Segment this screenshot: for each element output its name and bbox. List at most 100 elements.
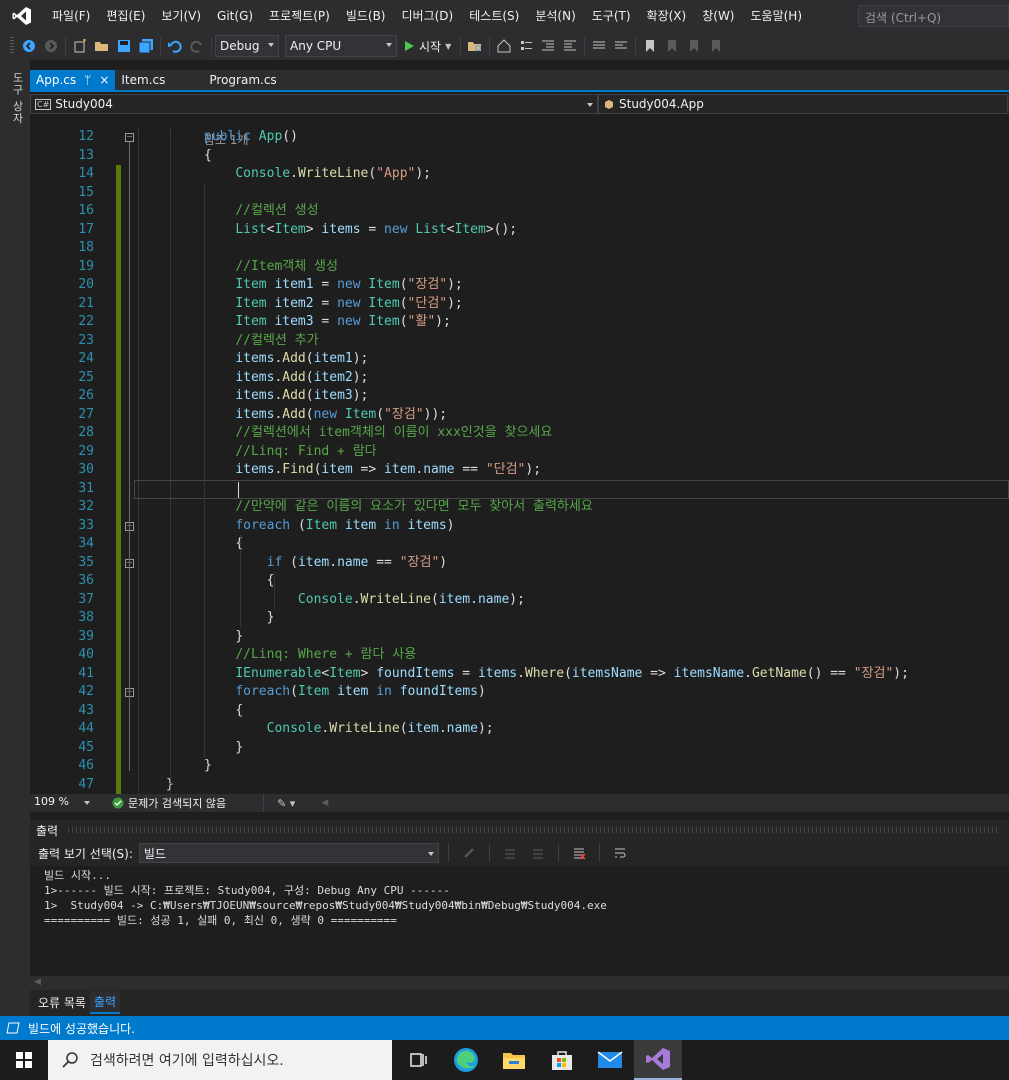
previous-bookmark-icon[interactable] <box>661 35 683 57</box>
project-select[interactable]: C# Study004 <box>30 94 598 114</box>
visual-studio-logo-icon[interactable] <box>0 0 44 32</box>
scroll-left-icon[interactable]: ◀ <box>34 977 41 987</box>
menu-build[interactable]: 빌드(B) <box>338 0 394 32</box>
start-debug-button[interactable]: 시작 ▼ <box>397 38 457 55</box>
clear-all-icon[interactable] <box>568 842 590 864</box>
code-line[interactable]: 36 { <box>30 572 1009 591</box>
previous-message-icon[interactable] <box>499 842 521 864</box>
menu-file[interactable]: 파일(F) <box>44 0 98 32</box>
tab-program-cs[interactable]: Program.cs <box>203 70 282 90</box>
menu-project[interactable]: 프로젝트(P) <box>261 0 338 32</box>
output-source-select[interactable]: 빌드 <box>138 843 439 863</box>
configuration-select[interactable]: Debug <box>215 35 279 57</box>
code-line[interactable]: 20 Item item1 = new Item("장검"); <box>30 276 1009 295</box>
word-wrap-icon[interactable] <box>609 842 631 864</box>
close-icon[interactable]: × <box>99 73 109 87</box>
horizontal-scrollbar[interactable]: ◀ <box>30 976 1009 990</box>
toolbox-tab[interactable]: 도구 상자 <box>9 72 25 125</box>
code-line[interactable]: 45 } <box>30 739 1009 758</box>
open-folder-icon[interactable] <box>91 35 113 57</box>
taskbar-search-input[interactable]: 검색하려면 여기에 입력하십시오. <box>48 1040 392 1080</box>
code-line[interactable]: 14 Console.WriteLine("App"); <box>30 165 1009 184</box>
issues-status[interactable]: 문제가 검색되지 않음 <box>128 795 226 811</box>
menu-git[interactable]: Git(G) <box>209 0 261 32</box>
tab-item-cs[interactable]: Item.cs <box>115 70 203 90</box>
visual-studio-taskbar-icon[interactable] <box>634 1040 682 1080</box>
tab-app-cs[interactable]: App.cs ᛘ × <box>30 70 116 90</box>
uncomment-icon[interactable] <box>610 35 632 57</box>
forward-icon[interactable] <box>40 35 62 57</box>
undo-icon[interactable] <box>164 35 186 57</box>
outdent-icon[interactable] <box>537 35 559 57</box>
new-project-icon[interactable] <box>69 35 91 57</box>
code-line[interactable]: 37 Console.WriteLine(item.name); <box>30 591 1009 610</box>
find-message-icon[interactable] <box>458 842 480 864</box>
save-icon[interactable] <box>113 35 135 57</box>
code-line[interactable]: 47} <box>30 776 1009 795</box>
tab-output[interactable]: 출력 <box>89 990 121 1014</box>
search-input[interactable]: 검색 (Ctrl+Q) <box>858 5 1009 27</box>
code-line[interactable]: 30 items.Find(item => item.name == "단검")… <box>30 461 1009 480</box>
code-line[interactable]: 43 { <box>30 702 1009 721</box>
back-icon[interactable] <box>18 35 40 57</box>
toolbar-grip[interactable] <box>10 37 14 55</box>
code-line[interactable]: 44 Console.WriteLine(item.name); <box>30 720 1009 739</box>
code-line[interactable]: 27 items.Add(new Item("장검")); <box>30 406 1009 425</box>
menu-tools[interactable]: 도구(T) <box>584 0 639 32</box>
code-editor[interactable]: 참조 1개 12 public App() 13{14 Console.WriteL… <box>30 114 1009 794</box>
platform-select[interactable]: Any CPU <box>285 35 397 57</box>
panel-grip[interactable] <box>68 827 999 833</box>
mail-icon[interactable] <box>586 1040 634 1080</box>
menu-debug[interactable]: 디버그(D) <box>394 0 462 32</box>
code-line[interactable]: 40 //Linq: Where + 람다 사용 <box>30 646 1009 665</box>
bookmark-icon[interactable] <box>639 35 661 57</box>
file-explorer-icon[interactable] <box>490 1040 538 1080</box>
pin-icon[interactable]: ᛘ <box>84 73 91 87</box>
code-line[interactable]: 13 { <box>30 147 1009 166</box>
save-all-icon[interactable] <box>135 35 157 57</box>
code-line[interactable]: 12 public App() <box>30 128 1009 147</box>
collapse-icon[interactable]: − <box>125 133 134 142</box>
code-line[interactable]: 26 items.Add(item3); <box>30 387 1009 406</box>
output-text[interactable]: 빌드 시작... 1>------ 빌드 시작: 프로젝트: Study004, … <box>30 866 1009 976</box>
clear-bookmarks-icon[interactable] <box>705 35 727 57</box>
code-line[interactable]: 22 Item item3 = new Item("활"); <box>30 313 1009 332</box>
tab-error-list[interactable]: 오류 목록 <box>34 992 90 1013</box>
home-icon[interactable] <box>493 35 515 57</box>
comment-icon[interactable] <box>588 35 610 57</box>
menu-view[interactable]: 보기(V) <box>153 0 209 32</box>
browse-folder-icon[interactable] <box>464 35 486 57</box>
code-line[interactable]: 39 } <box>30 628 1009 647</box>
menu-test[interactable]: 테스트(S) <box>461 0 527 32</box>
indent-icon[interactable] <box>559 35 581 57</box>
edge-browser-icon[interactable] <box>442 1040 490 1080</box>
code-line[interactable]: 29 //Linq: Find + 람다 <box>30 443 1009 462</box>
code-line[interactable]: 25 items.Add(item2); <box>30 369 1009 388</box>
redo-icon[interactable] <box>186 35 208 57</box>
code-line[interactable]: 35 if (item.name == "장검") <box>30 554 1009 573</box>
code-line[interactable]: 16 //컬렉션 생성 <box>30 202 1009 221</box>
code-line[interactable]: 19 //Item객체 생성 <box>30 258 1009 277</box>
task-view-icon[interactable] <box>394 1040 442 1080</box>
code-line[interactable]: 46} <box>30 757 1009 776</box>
code-line[interactable]: 17 List<Item> items = new List<Item>(); <box>30 221 1009 240</box>
code-line[interactable]: 38 } <box>30 609 1009 628</box>
code-line[interactable]: 33 foreach (Item item in items) <box>30 517 1009 536</box>
code-line[interactable]: 23 //컬렉션 추가 <box>30 332 1009 351</box>
code-line[interactable]: 41 IEnumerable<Item> foundItems = items.… <box>30 665 1009 684</box>
menu-window[interactable]: 창(W) <box>694 0 742 32</box>
code-line[interactable]: 28 //컬렉션에서 item객체의 이름이 xxx인것을 찾으세요 <box>30 424 1009 443</box>
windows-start-icon[interactable] <box>0 1040 48 1080</box>
code-line[interactable]: 34 { <box>30 535 1009 554</box>
menu-edit[interactable]: 편집(E) <box>98 0 153 32</box>
code-line[interactable]: 32 //만약에 같은 이름의 요소가 있다면 모두 찾아서 출력하세요 <box>30 498 1009 517</box>
menu-analyze[interactable]: 분석(N) <box>527 0 583 32</box>
menu-help[interactable]: 도움말(H) <box>743 0 811 32</box>
zoom-select[interactable]: 109 % <box>32 795 94 811</box>
code-line[interactable]: 21 Item item2 = new Item("단검"); <box>30 295 1009 314</box>
code-line[interactable]: 24 items.Add(item1); <box>30 350 1009 369</box>
code-line[interactable]: 42 foreach(Item item in foundItems) <box>30 683 1009 702</box>
breakpoint-list-icon[interactable] <box>515 35 537 57</box>
microsoft-store-icon[interactable] <box>538 1040 586 1080</box>
code-line[interactable]: 18 <box>30 239 1009 258</box>
